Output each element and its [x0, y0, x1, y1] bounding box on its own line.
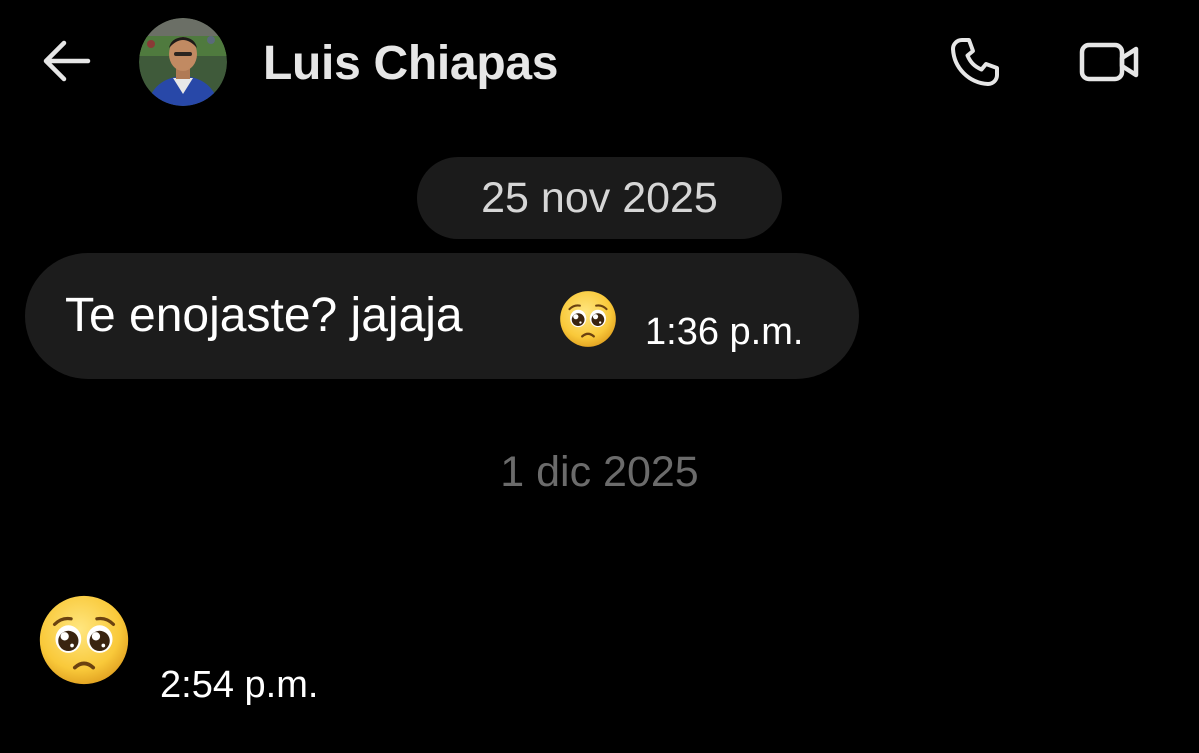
message-timestamp: 1:36 p.m. [645, 311, 804, 353]
message-text: Te enojaste? jajaja [65, 289, 463, 342]
video-camera-icon [1079, 40, 1141, 89]
date-separator: 25 nov 2025 [417, 157, 782, 239]
chat-header: Luis Chiapas [0, 0, 1199, 125]
arrow-left-icon [40, 39, 92, 88]
pleading-face-emoji-icon [559, 290, 617, 348]
contact-name[interactable]: Luis Chiapas [263, 34, 558, 94]
avatar[interactable] [139, 18, 227, 106]
pleading-face-emoji-icon[interactable] [38, 594, 130, 686]
message-bubble[interactable]: Te enojaste? jajaja 1:36 p.m. [25, 253, 859, 379]
call-button[interactable] [940, 32, 1010, 96]
phone-icon [948, 35, 1002, 94]
back-button[interactable] [36, 36, 96, 90]
message-timestamp: 2:54 p.m. [160, 664, 319, 706]
video-call-button[interactable] [1072, 32, 1148, 96]
date-separator: 1 dic 2025 [500, 448, 699, 496]
